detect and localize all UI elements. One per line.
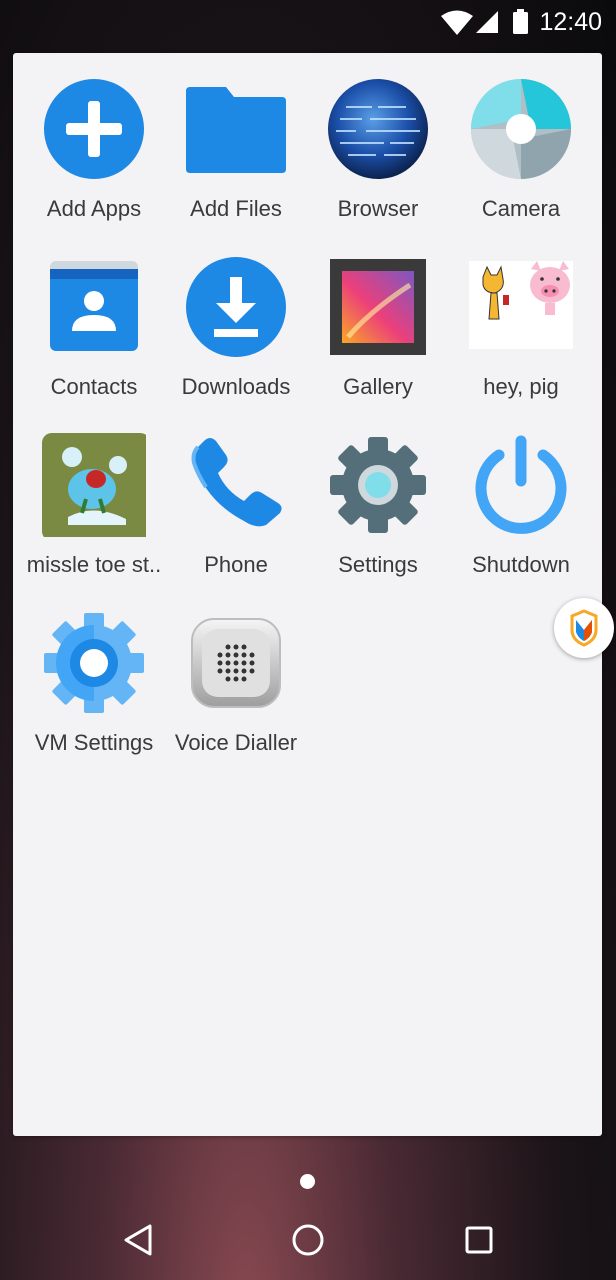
floating-assistant-button[interactable] [554, 598, 614, 658]
missle-toe-game-icon [42, 433, 150, 541]
cellular-signal-icon [474, 10, 500, 39]
app-label: Voice Dialler [174, 730, 298, 755]
app-label: missle toe st.. [26, 552, 162, 577]
app-camera[interactable]: Camera [450, 53, 592, 221]
app-shutdown[interactable]: Shutdown [450, 409, 592, 577]
phone-icon [184, 433, 288, 537]
home-icon[interactable] [286, 1218, 330, 1262]
app-voice-dialler[interactable]: Voice Dialler [165, 587, 307, 755]
folder-icon [184, 77, 288, 181]
app-add-files[interactable]: Add Files [165, 53, 307, 221]
app-drawer: Add Apps Add Files Browser Camera Contac… [13, 53, 602, 1136]
hey-pig-app-icon [469, 255, 577, 359]
wifi-icon [440, 10, 474, 41]
page-indicator-dot [300, 1174, 315, 1189]
app-browser[interactable]: Browser [307, 53, 449, 221]
app-label: Contacts [50, 374, 138, 399]
voice-dialler-icon [184, 611, 288, 715]
app-add-apps[interactable]: Add Apps [23, 53, 165, 221]
app-label: Gallery [343, 374, 413, 399]
back-icon[interactable] [116, 1218, 160, 1262]
app-label: Shutdown [472, 552, 570, 577]
app-vm-settings[interactable]: VM Settings [23, 587, 165, 755]
app-label: VM Settings [34, 730, 154, 755]
power-icon [469, 433, 573, 537]
camera-shutter-icon [469, 77, 573, 181]
app-missle-toe[interactable]: missle toe st.. [23, 409, 165, 577]
recents-icon[interactable] [457, 1218, 501, 1262]
app-hey-pig[interactable]: hey, pig [450, 231, 592, 399]
add-icon [42, 77, 146, 181]
shield-logo-icon [570, 609, 598, 647]
app-label: Camera [481, 196, 561, 221]
clock-time: 12:40 [539, 8, 602, 36]
app-label: Add Apps [46, 196, 142, 221]
app-phone[interactable]: Phone [165, 409, 307, 577]
app-label: Add Files [190, 196, 282, 221]
app-label: Downloads [181, 374, 291, 399]
status-bar: 12:40 [0, 0, 616, 46]
gallery-icon [326, 255, 430, 359]
contacts-icon [42, 255, 146, 359]
settings-gear-icon [326, 433, 430, 537]
app-label: hey, pig [483, 374, 559, 399]
app-settings[interactable]: Settings [307, 409, 449, 577]
app-label: Phone [204, 552, 268, 577]
app-downloads[interactable]: Downloads [165, 231, 307, 399]
navigation-bar [0, 1200, 616, 1280]
app-label: Browser [337, 196, 419, 221]
app-label: Settings [338, 552, 418, 577]
battery-icon [512, 9, 529, 40]
globe-icon [326, 77, 430, 181]
app-gallery[interactable]: Gallery [307, 231, 449, 399]
download-icon [184, 255, 288, 359]
vm-settings-gear-icon [42, 611, 146, 715]
app-contacts[interactable]: Contacts [23, 231, 165, 399]
